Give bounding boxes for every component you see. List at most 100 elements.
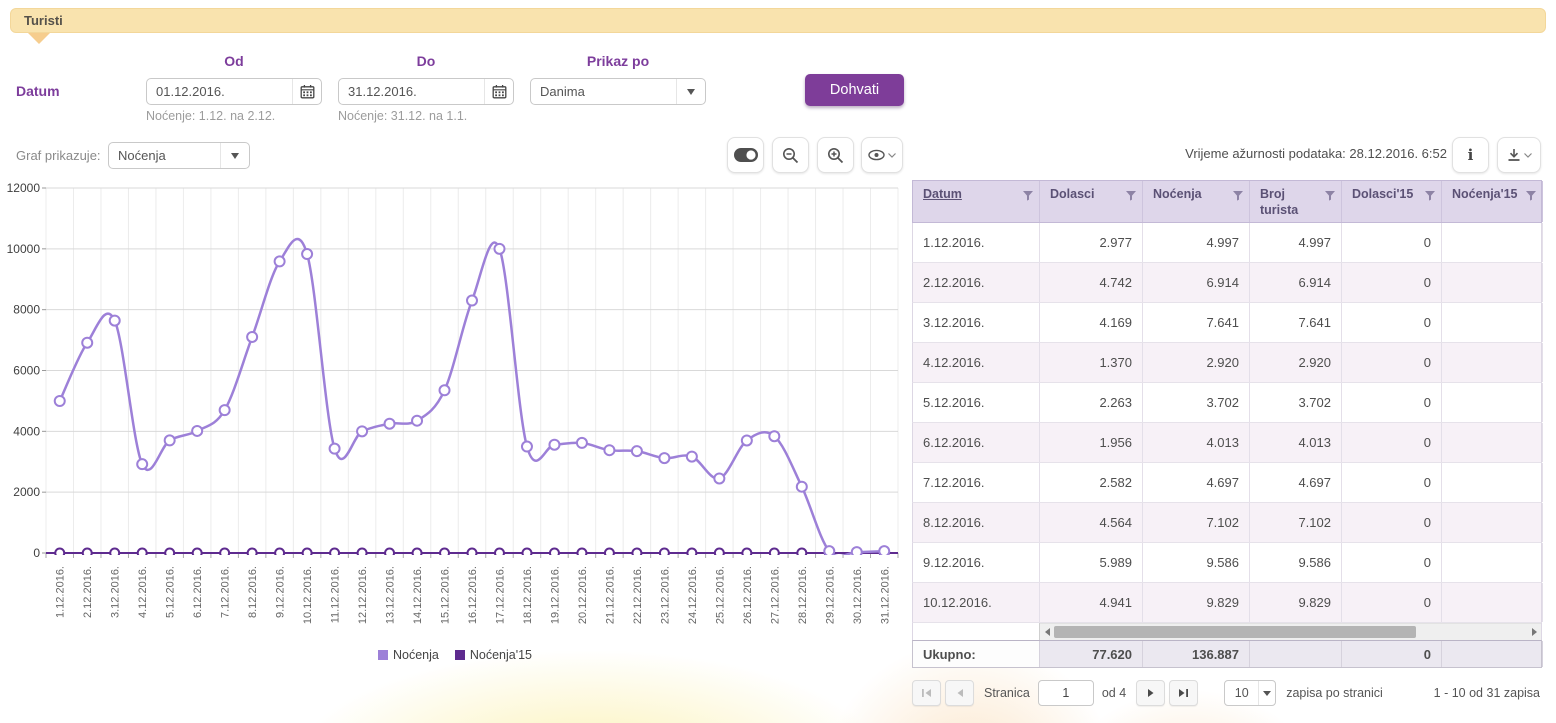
last-page-button[interactable]: [1169, 680, 1198, 706]
data-point-nocenja15[interactable]: [248, 549, 257, 558]
filter-funnel-icon[interactable]: [1425, 190, 1435, 206]
data-point-nocenja[interactable]: [330, 444, 340, 454]
data-point-nocenja15[interactable]: [495, 549, 504, 558]
filter-funnel-icon[interactable]: [1526, 190, 1536, 206]
data-point-nocenja[interactable]: [82, 338, 92, 348]
data-point-nocenja15[interactable]: [165, 549, 174, 558]
date-to-input[interactable]: 31.12.2016.: [338, 78, 514, 105]
data-point-nocenja[interactable]: [165, 435, 175, 445]
data-point-nocenja[interactable]: [110, 316, 120, 326]
data-point-nocenja[interactable]: [494, 244, 504, 254]
filter-funnel-icon[interactable]: [1023, 190, 1033, 206]
column-header-1[interactable]: Dolasci: [1040, 181, 1143, 222]
scroll-right-arrow[interactable]: [1527, 624, 1541, 640]
data-point-nocenja[interactable]: [385, 419, 395, 429]
data-point-nocenja15[interactable]: [440, 549, 449, 558]
data-point-nocenja15[interactable]: [110, 549, 119, 558]
data-point-nocenja[interactable]: [852, 547, 862, 557]
zoom-in-button[interactable]: [817, 137, 854, 173]
data-point-nocenja[interactable]: [687, 452, 697, 462]
data-point-nocenja[interactable]: [302, 249, 312, 259]
table-row[interactable]: 1.12.2016.2.9774.9974.9970: [912, 223, 1542, 263]
data-point-nocenja15[interactable]: [660, 549, 669, 558]
column-header-4[interactable]: Dolasci'15: [1342, 181, 1442, 222]
data-point-nocenja[interactable]: [522, 442, 532, 452]
data-point-nocenja[interactable]: [659, 453, 669, 463]
table-hscrollbar[interactable]: [912, 623, 1542, 640]
filter-funnel-icon[interactable]: [1325, 190, 1335, 206]
data-point-nocenja15[interactable]: [303, 549, 312, 558]
data-point-nocenja[interactable]: [549, 440, 559, 450]
data-point-nocenja15[interactable]: [358, 549, 367, 558]
data-point-nocenja15[interactable]: [220, 549, 229, 558]
data-point-nocenja[interactable]: [742, 435, 752, 445]
turisti-tab[interactable]: Turisti: [10, 8, 1546, 33]
data-point-nocenja15[interactable]: [605, 549, 614, 558]
data-point-nocenja15[interactable]: [522, 549, 531, 558]
data-point-nocenja[interactable]: [247, 332, 257, 342]
data-point-nocenja[interactable]: [879, 546, 889, 556]
data-point-nocenja[interactable]: [192, 426, 202, 436]
data-point-nocenja15[interactable]: [330, 549, 339, 558]
data-point-nocenja[interactable]: [220, 405, 230, 415]
calendar-icon[interactable]: [292, 79, 321, 104]
data-point-nocenja[interactable]: [55, 396, 65, 406]
filter-funnel-icon[interactable]: [1126, 190, 1136, 206]
data-point-nocenja[interactable]: [714, 473, 724, 483]
data-point-nocenja15[interactable]: [715, 549, 724, 558]
date-from-input[interactable]: 01.12.2016.: [146, 78, 322, 105]
dohvati-button[interactable]: Dohvati: [805, 74, 904, 106]
data-point-nocenja[interactable]: [467, 296, 477, 306]
data-point-nocenja15[interactable]: [193, 549, 202, 558]
column-header-0[interactable]: Datum: [913, 181, 1040, 222]
chevron-down-icon[interactable]: [220, 143, 249, 168]
data-point-nocenja15[interactable]: [742, 549, 751, 558]
data-point-nocenja15[interactable]: [138, 549, 147, 558]
data-point-nocenja15[interactable]: [83, 549, 92, 558]
legend-item[interactable]: Noćenja'15: [455, 648, 532, 662]
column-header-3[interactable]: Broj turista: [1250, 181, 1342, 222]
data-point-nocenja[interactable]: [632, 446, 642, 456]
graf-prikazuje-select[interactable]: Noćenja: [108, 142, 250, 169]
data-point-nocenja[interactable]: [824, 546, 834, 556]
table-row[interactable]: 5.12.2016.2.2633.7023.7020: [912, 383, 1542, 423]
next-page-button[interactable]: [1136, 680, 1165, 706]
first-page-button[interactable]: [912, 680, 941, 706]
prev-page-button[interactable]: [945, 680, 974, 706]
data-point-nocenja15[interactable]: [275, 549, 284, 558]
info-button[interactable]: i: [1452, 137, 1489, 173]
data-point-nocenja15[interactable]: [577, 549, 586, 558]
table-row[interactable]: 10.12.2016.4.9419.8299.8290: [912, 583, 1542, 623]
chevron-down-icon[interactable]: [676, 79, 705, 104]
chart-toggle-button[interactable]: [727, 137, 764, 173]
scroll-left-arrow[interactable]: [1040, 624, 1054, 640]
page-number-input[interactable]: [1038, 680, 1094, 706]
data-point-nocenja[interactable]: [412, 416, 422, 426]
table-row[interactable]: 9.12.2016.5.9899.5869.5860: [912, 543, 1542, 583]
table-row[interactable]: 4.12.2016.1.3702.9202.9200: [912, 343, 1542, 383]
legend-item[interactable]: Noćenja: [378, 648, 439, 662]
data-point-nocenja[interactable]: [604, 445, 614, 455]
data-point-nocenja15[interactable]: [468, 549, 477, 558]
table-row[interactable]: 3.12.2016.4.1697.6417.6410: [912, 303, 1542, 343]
filter-funnel-icon[interactable]: [1233, 190, 1243, 206]
data-point-nocenja[interactable]: [357, 426, 367, 436]
column-header-2[interactable]: Noćenja: [1143, 181, 1250, 222]
page-size-select[interactable]: 10: [1224, 680, 1276, 706]
scrollbar-track[interactable]: [1040, 623, 1541, 640]
table-row[interactable]: 6.12.2016.1.9564.0134.0130: [912, 423, 1542, 463]
calendar-icon[interactable]: [484, 79, 513, 104]
data-point-nocenja[interactable]: [275, 256, 285, 266]
chevron-down-icon[interactable]: [1258, 681, 1275, 705]
table-row[interactable]: 8.12.2016.4.5647.1027.1020: [912, 503, 1542, 543]
scrollbar-thumb[interactable]: [1054, 626, 1416, 638]
data-point-nocenja[interactable]: [769, 431, 779, 441]
data-point-nocenja[interactable]: [137, 459, 147, 469]
table-row[interactable]: 7.12.2016.2.5824.6974.6970: [912, 463, 1542, 503]
table-row[interactable]: 2.12.2016.4.7426.9146.9140: [912, 263, 1542, 303]
data-point-nocenja15[interactable]: [55, 549, 64, 558]
data-point-nocenja[interactable]: [577, 438, 587, 448]
data-point-nocenja15[interactable]: [413, 549, 422, 558]
data-point-nocenja15[interactable]: [797, 549, 806, 558]
column-header-5[interactable]: Noćenja'15: [1442, 181, 1543, 222]
